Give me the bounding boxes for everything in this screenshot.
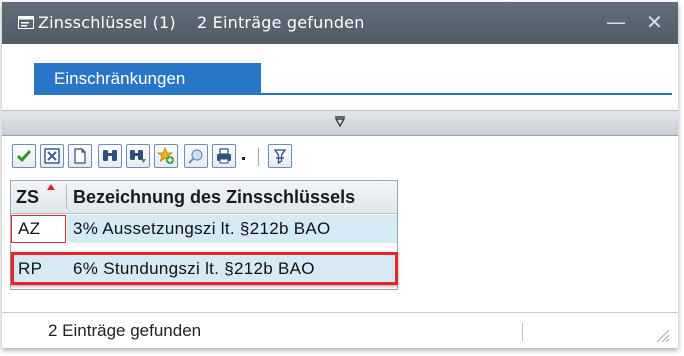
help-icon <box>188 149 203 164</box>
title-bar[interactable]: Zinsschlüssel (1) 2 Einträge gefunden — … <box>2 2 678 44</box>
new-document-icon <box>74 148 86 164</box>
collapse-splitter[interactable] <box>2 110 678 136</box>
row-text: 3% Aussetzungszi lt. §212b BAO <box>73 219 331 238</box>
favorite-add-icon <box>157 147 174 164</box>
status-bar: 2 Einträge gefunden <box>2 312 678 348</box>
column-header-zs[interactable]: ZS <box>16 181 39 213</box>
close-button[interactable]: ✕ <box>646 10 663 34</box>
print-options-dropdown[interactable] <box>238 144 250 168</box>
add-favorite-button[interactable] <box>154 144 178 168</box>
status-text: 2 Einträge gefunden <box>48 321 202 340</box>
dialog-window: Zinsschlüssel (1) 2 Einträge gefunden — … <box>2 2 678 348</box>
print-button[interactable] <box>212 144 236 168</box>
minimize-button[interactable]: — <box>606 10 626 34</box>
sort-ascending-icon <box>47 184 55 190</box>
find-button[interactable] <box>98 144 122 168</box>
column-header-bezeichnung[interactable]: Bezeichnung des Zinsschlüssels <box>73 181 355 213</box>
resize-grip-icon[interactable] <box>652 325 670 343</box>
tab-einschraenkungen[interactable]: Einschränkungen <box>34 63 261 94</box>
find-next-button[interactable] <box>126 144 150 168</box>
filter-icon <box>273 149 287 165</box>
cancel-icon <box>44 148 60 164</box>
toolbar-separator <box>258 148 259 166</box>
table-row[interactable]: AZ 3% Aussetzungszi lt. §212b BAO <box>11 215 397 243</box>
find-icon <box>103 150 117 161</box>
column-divider <box>66 185 67 209</box>
find-next-icon <box>130 150 146 163</box>
dropdown-icon <box>242 157 245 160</box>
window-title: Zinsschlüssel (1) 2 Einträge gefunden <box>38 13 365 32</box>
print-icon <box>217 148 231 164</box>
continue-button[interactable] <box>12 144 36 168</box>
filter-button[interactable] <box>268 144 292 168</box>
cancel-button[interactable] <box>40 144 64 168</box>
status-divider <box>522 323 523 341</box>
table-header: ZS Bezeichnung des Zinsschlüssels <box>11 181 397 214</box>
expand-arrow-icon[interactable] <box>334 116 346 128</box>
checkmark-icon <box>16 150 32 163</box>
row-code: AZ <box>18 219 41 238</box>
new-entry-button[interactable] <box>68 144 92 168</box>
help-button[interactable] <box>184 144 208 168</box>
tab-underline <box>34 93 672 95</box>
highlight-box <box>11 252 398 285</box>
window-icon <box>18 16 34 29</box>
